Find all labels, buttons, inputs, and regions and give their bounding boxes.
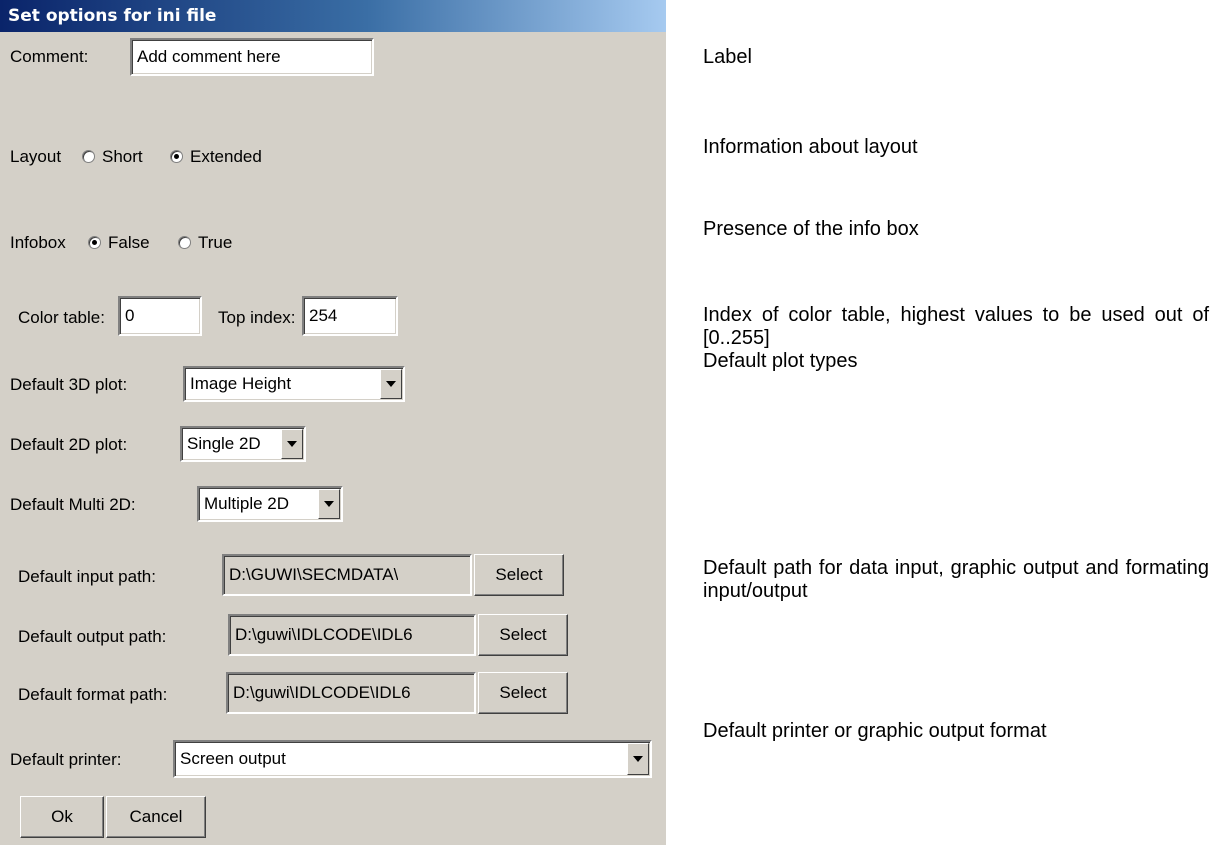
options-dialog: Set options for ini file Comment: Add co…: [0, 0, 666, 845]
output-path-select-button[interactable]: Select: [478, 614, 568, 656]
default-3d-value: Image Height: [190, 374, 292, 393]
default-2d-dropdown-button[interactable]: [281, 429, 303, 459]
input-path-value: D:\GUWI\SECMDATA\: [229, 565, 399, 584]
printer-dropdown-button[interactable]: [627, 743, 649, 775]
default-multi-2d-value: Multiple 2D: [204, 494, 290, 513]
default-2d-value: Single 2D: [187, 434, 261, 453]
infobox-true-radio[interactable]: [178, 236, 191, 249]
default-3d-dropdown[interactable]: Image Height: [183, 366, 405, 402]
color-table-label: Color table:: [18, 308, 105, 327]
top-index-value: 254: [309, 306, 338, 325]
output-path-value: D:\guwi\IDLCODE\IDL6: [235, 625, 413, 644]
default-multi-2d-label: Default Multi 2D:: [10, 495, 136, 514]
input-path-field[interactable]: D:\GUWI\SECMDATA\: [222, 554, 472, 596]
infobox-false-radio[interactable]: [88, 236, 101, 249]
chevron-down-icon: [324, 501, 334, 507]
printer-label: Default printer:: [10, 750, 122, 769]
printer-dropdown[interactable]: Screen output: [173, 740, 652, 778]
default-2d-label: Default 2D plot:: [10, 435, 128, 454]
comment-value: Add comment here: [137, 47, 281, 66]
annotation-plot-types: Default plot types: [703, 350, 858, 372]
cancel-button[interactable]: Cancel: [106, 796, 206, 838]
ok-button[interactable]: Ok: [20, 796, 104, 838]
color-table-value: 0: [125, 306, 135, 325]
annotation-printer: Default printer or graphic output format: [703, 720, 1047, 742]
default-3d-label: Default 3D plot:: [10, 375, 128, 394]
chevron-down-icon: [287, 441, 297, 447]
input-path-label: Default input path:: [18, 567, 156, 586]
annotation-color-table: Index of color table, highest values to …: [703, 304, 1209, 349]
layout-extended-label[interactable]: Extended: [190, 147, 262, 167]
format-path-field[interactable]: D:\guwi\IDLCODE\IDL6: [226, 672, 476, 714]
top-index-label: Top index:: [218, 308, 296, 327]
infobox-true-label[interactable]: True: [198, 233, 232, 253]
window-title: Set options for ini file: [0, 0, 666, 32]
radio-selected-dot: [174, 154, 179, 159]
format-path-select-button[interactable]: Select: [478, 672, 568, 714]
infobox-label: Infobox: [10, 233, 66, 252]
output-path-field[interactable]: D:\guwi\IDLCODE\IDL6: [228, 614, 476, 656]
comment-input[interactable]: Add comment here: [130, 38, 374, 76]
infobox-false-label[interactable]: False: [108, 233, 150, 253]
default-2d-dropdown[interactable]: Single 2D: [180, 426, 306, 462]
comment-label: Comment:: [10, 47, 89, 66]
layout-short-radio[interactable]: [82, 150, 95, 163]
output-path-label: Default output path:: [18, 627, 167, 646]
annotation-layout: Information about layout: [703, 136, 918, 158]
annotation-paths: Default path for data input, graphic out…: [703, 557, 1209, 602]
chevron-down-icon: [633, 756, 643, 762]
default-multi-2d-dropdown-button[interactable]: [318, 489, 340, 519]
top-index-input[interactable]: 254: [302, 296, 398, 336]
format-path-label: Default format path:: [18, 685, 168, 704]
default-multi-2d-dropdown[interactable]: Multiple 2D: [197, 486, 343, 522]
layout-label: Layout: [10, 147, 62, 166]
layout-extended-radio[interactable]: [170, 150, 183, 163]
color-table-input[interactable]: 0: [118, 296, 202, 336]
layout-short-label[interactable]: Short: [102, 147, 143, 167]
radio-selected-dot: [92, 240, 97, 245]
annotation-label: Label: [703, 46, 752, 68]
annotation-infobox: Presence of the info box: [703, 218, 919, 240]
chevron-down-icon: [386, 381, 396, 387]
default-3d-dropdown-button[interactable]: [380, 369, 402, 399]
printer-value: Screen output: [180, 749, 286, 768]
format-path-value: D:\guwi\IDLCODE\IDL6: [233, 683, 411, 702]
input-path-select-button[interactable]: Select: [474, 554, 564, 596]
